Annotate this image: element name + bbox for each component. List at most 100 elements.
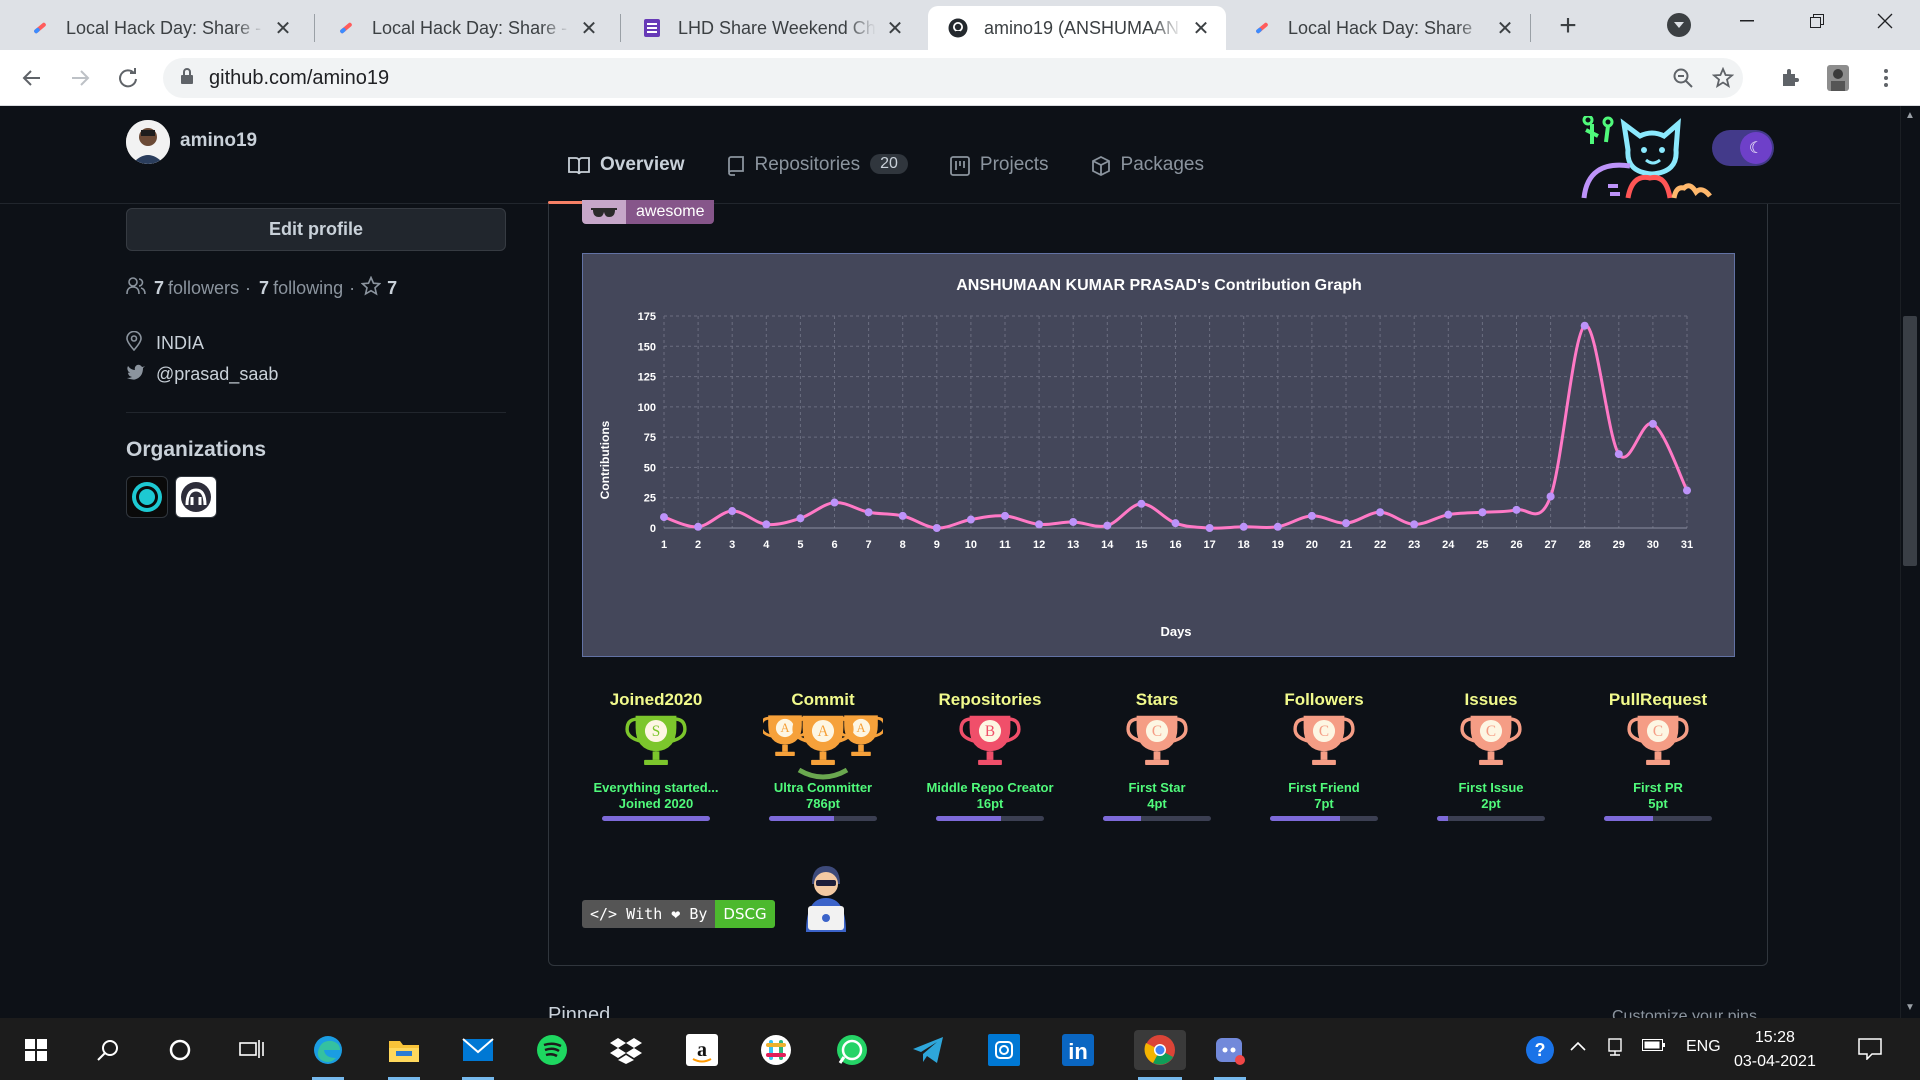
help-icon[interactable]: ?	[1520, 1030, 1560, 1070]
y-tick-label: 150	[638, 341, 656, 353]
contribution-data-point	[932, 524, 941, 532]
search-icon[interactable]	[88, 1030, 128, 1070]
show-hidden-icons-icon[interactable]	[1570, 1038, 1586, 1056]
avatar[interactable]	[126, 120, 170, 164]
following-count[interactable]: 7	[259, 278, 269, 299]
browser-tab[interactable]: Local Hack Day: Share ✕	[1232, 6, 1530, 50]
linkedin-icon[interactable]: in	[1058, 1030, 1098, 1070]
browser-tab-active[interactable]: amino19 (ANSHUMAAN K ✕	[928, 6, 1226, 50]
spotify-icon[interactable]	[532, 1030, 572, 1070]
tab-projects[interactable]: Projects	[950, 154, 1071, 204]
trophy-progress-fill	[1103, 816, 1141, 821]
language-indicator[interactable]: ENG	[1686, 1038, 1721, 1056]
x-tick-label: 14	[1101, 539, 1114, 551]
trophy-progress-bar	[769, 816, 877, 821]
close-tab-icon[interactable]: ✕	[272, 17, 294, 40]
x-tick-label: 17	[1203, 539, 1215, 551]
x-tick-label: 18	[1238, 539, 1250, 551]
tab-overview[interactable]: Overview	[548, 154, 707, 204]
restore-button[interactable]	[1782, 0, 1852, 42]
clock-time: 15:28	[1754, 1029, 1795, 1046]
browser-tab[interactable]: Local Hack Day: Share - Le ✕	[10, 6, 308, 50]
followers-count[interactable]: 7	[154, 278, 164, 299]
whatsapp-icon[interactable]	[832, 1030, 872, 1070]
following-link[interactable]: following	[273, 278, 343, 299]
edge-icon[interactable]	[308, 1030, 348, 1080]
tab-divider	[314, 14, 315, 42]
amazon-icon[interactable]: a	[682, 1030, 722, 1070]
close-tab-icon[interactable]: ✕	[1494, 17, 1516, 40]
address-bar[interactable]: github.com/amino19	[163, 58, 1743, 98]
chrome-icon[interactable]	[1134, 1030, 1186, 1080]
contribution-data-point	[694, 522, 703, 531]
extensions-icon[interactable]	[1772, 60, 1808, 96]
tab-label: Repositories	[754, 154, 861, 175]
close-tab-icon[interactable]: ✕	[884, 17, 906, 40]
theme-toggle[interactable]: ☾	[1712, 130, 1774, 166]
contribution-chart-svg: ANSHUMAAN KUMAR PRASAD's Contribution Gr…	[598, 277, 1693, 639]
scroll-down-arrow-icon[interactable]: ▼	[1904, 1002, 1916, 1013]
chrome-menu-icon[interactable]	[1868, 60, 1904, 96]
close-tab-icon[interactable]: ✕	[578, 17, 600, 40]
network-icon[interactable]	[1606, 1038, 1624, 1061]
trophy-card: Followers C First Friend 7pt	[1245, 690, 1403, 821]
cortana-icon[interactable]	[160, 1030, 200, 1070]
awesome-badge[interactable]: awesome	[582, 200, 715, 224]
contribution-data-point	[1410, 520, 1419, 529]
file-explorer-icon[interactable]	[384, 1030, 424, 1080]
separator-dot: ·	[349, 278, 356, 298]
browser-tab[interactable]: LHD Share Weekend Chall ✕	[622, 6, 920, 50]
scroll-up-arrow-icon[interactable]: ▲	[1904, 110, 1916, 121]
tab-search-icon[interactable]	[1667, 13, 1691, 37]
header-username[interactable]: amino19	[180, 130, 257, 152]
contribution-data-point	[966, 515, 975, 524]
tab-repositories[interactable]: Repositories 20	[727, 154, 930, 204]
made-with-love-badge[interactable]: </> With ❤ By DSCG	[582, 900, 775, 928]
instagram-icon[interactable]	[984, 1030, 1024, 1070]
slack-icon[interactable]	[756, 1030, 796, 1070]
edit-profile-button[interactable]: Edit profile	[126, 208, 506, 251]
tab-title: Local Hack Day: Share - Le	[66, 17, 264, 38]
contribution-data-point	[728, 507, 737, 516]
bookmark-star-icon[interactable]	[1705, 58, 1741, 98]
mail-icon[interactable]	[458, 1030, 498, 1080]
organization-avatar[interactable]	[175, 476, 217, 518]
twitter-handle-link[interactable]: @prasad_saab	[156, 364, 278, 385]
followers-link[interactable]: followers	[168, 278, 239, 299]
chart-y-axis-label: Contributions	[598, 420, 612, 499]
scrollbar-thumb[interactable]	[1903, 316, 1917, 566]
system-clock[interactable]: 15:28 03-04-2021	[1734, 1026, 1816, 1074]
x-tick-label: 15	[1135, 539, 1147, 551]
telegram-icon[interactable]	[908, 1030, 948, 1070]
stars-count[interactable]: 7	[387, 278, 397, 299]
task-view-icon[interactable]	[232, 1030, 272, 1070]
browser-tab-strip: Local Hack Day: Share - Le ✕ Local Hack …	[0, 0, 1920, 50]
close-window-button[interactable]	[1850, 0, 1920, 42]
trophy-progress-bar	[602, 816, 710, 821]
browser-tab[interactable]: Local Hack Day: Share - Cl ✕	[316, 6, 614, 50]
tab-packages[interactable]: Packages	[1091, 154, 1226, 204]
trophy-card: Joined2020 S Everything started... Joined…	[577, 690, 735, 821]
battery-icon[interactable]	[1642, 1038, 1666, 1057]
twitter-row: @prasad_saab	[126, 364, 278, 385]
badge-left-text: </> With ❤ By	[582, 900, 716, 928]
profile-avatar-icon[interactable]	[1820, 60, 1856, 96]
x-tick-label: 24	[1442, 539, 1455, 551]
windows-start-icon[interactable]	[16, 1030, 56, 1070]
trophy-progress-fill	[602, 816, 710, 821]
back-icon[interactable]	[14, 60, 50, 96]
mlh-icon	[336, 18, 356, 38]
notification-center-icon[interactable]	[1858, 1038, 1882, 1065]
minimize-button[interactable]	[1712, 0, 1782, 42]
contribution-data-point	[762, 520, 771, 529]
reload-icon[interactable]	[110, 60, 146, 96]
forward-icon[interactable]	[62, 60, 98, 96]
zoom-icon[interactable]	[1665, 58, 1701, 98]
discord-icon[interactable]	[1210, 1030, 1250, 1080]
x-tick-label: 29	[1613, 539, 1625, 551]
contribution-data-point	[1069, 517, 1078, 526]
close-tab-icon[interactable]: ✕	[1190, 17, 1212, 40]
organization-avatar[interactable]	[126, 476, 168, 518]
new-tab-button[interactable]: +	[1550, 8, 1586, 44]
dropbox-icon[interactable]	[606, 1030, 646, 1070]
